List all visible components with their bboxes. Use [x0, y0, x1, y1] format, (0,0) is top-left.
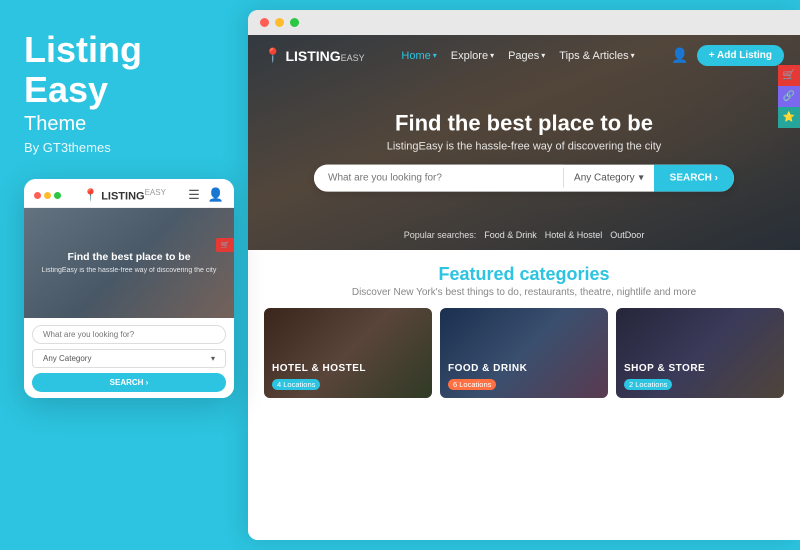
nav-link-pages[interactable]: Pages▾ [508, 50, 545, 62]
browser-topbar [248, 10, 800, 35]
mobile-hero-subtitle: ListingEasy is the hassle-free way of di… [42, 266, 217, 275]
mobile-search-btn-label: SEARCH › [110, 378, 149, 387]
nav-link-home[interactable]: Home▾ [401, 50, 436, 62]
desktop-logo-listing: LISTINGEASY [285, 48, 364, 64]
mobile-sidebar-btn[interactable]: 🛒 [216, 238, 234, 252]
add-listing-label: + Add Listing [709, 50, 772, 61]
desktop-search-input[interactable] [314, 164, 563, 191]
nav-link-tips[interactable]: Tips & Articles▾ [559, 50, 634, 62]
user-account-icon[interactable]: 👤 [671, 47, 688, 64]
category-card-food[interactable]: FOOD & DRINK 6 Locations [440, 308, 608, 398]
mobile-topbar: 📍 LISTINGEASY ☰ 👤 [24, 179, 234, 208]
mobile-select-chevron-icon: ▾ [211, 354, 215, 363]
mobile-menu-icon[interactable]: ☰ [188, 187, 200, 203]
category-food-name: FOOD & DRINK [448, 363, 600, 374]
featured-title: Featured categories [264, 264, 784, 285]
featured-section: Featured categories Discover New York's … [248, 250, 800, 540]
desktop-logo: 📍 LISTINGEASY [264, 47, 365, 64]
category-shop-badge: 2 Locations [624, 379, 672, 390]
desktop-category-label: Any Category [574, 172, 635, 183]
desktop-hero-content: Find the best place to be ListingEasy is… [248, 110, 800, 191]
browser-window: 📍 LISTINGEASY Home▾ Explore▾ Pages▾ [248, 10, 800, 540]
mobile-dot-red [34, 192, 41, 199]
home-chevron-icon: ▾ [433, 51, 437, 60]
floating-action-buttons: 🛒 🔗 ⭐ [778, 65, 800, 128]
desktop-category-select[interactable]: Any Category ▾ [564, 164, 654, 191]
mobile-hero: 🛒 Find the best place to be ListingEasy … [24, 208, 234, 318]
mobile-logo: 📍 LISTINGEASY [83, 188, 166, 203]
brand-by: By GT3themes [24, 140, 224, 155]
mobile-search-button[interactable]: SEARCH › [32, 373, 226, 392]
category-shop-name: SHOP & STORE [624, 363, 776, 374]
mobile-dot-yellow [44, 192, 51, 199]
category-card-hotel[interactable]: HOTEL & HOSTEL 4 Locations [264, 308, 432, 398]
left-panel: Listing Easy Theme By GT3themes 📍 LISTIN… [0, 0, 248, 550]
brand-theme: Theme [24, 113, 224, 136]
browser-dot-green [290, 18, 299, 27]
desktop-search-button[interactable]: SEARCH › [654, 164, 734, 191]
category-card-shop[interactable]: SHOP & STORE 2 Locations [616, 308, 784, 398]
mobile-window-dots [34, 192, 61, 199]
browser-dot-red [260, 18, 269, 27]
nav-link-explore[interactable]: Explore▾ [451, 50, 494, 62]
brand-name: Listing Easy Theme By GT3themes [24, 30, 224, 155]
category-food-content: FOOD & DRINK 6 Locations [440, 357, 608, 398]
mobile-mockup: 📍 LISTINGEASY ☰ 👤 🛒 Find the best place … [24, 179, 234, 398]
mobile-dot-green [54, 192, 61, 199]
desktop-search-bar: Any Category ▾ SEARCH › [314, 164, 734, 191]
featured-subtitle: Discover New York's best things to do, r… [264, 287, 784, 298]
add-listing-button[interactable]: + Add Listing [697, 45, 784, 66]
popular-label: Popular searches: [404, 230, 477, 240]
popular-tag-outdoor[interactable]: OutDoor [610, 230, 644, 240]
category-hotel-badge: 4 Locations [272, 379, 320, 390]
browser-dot-yellow [275, 18, 284, 27]
tips-chevron-icon: ▾ [631, 51, 635, 60]
popular-tag-hotel[interactable]: Hotel & Hostel [545, 230, 603, 240]
category-food-badge: 6 Locations [448, 379, 496, 390]
category-shop-content: SHOP & STORE 2 Locations [616, 357, 784, 398]
category-grid: HOTEL & HOSTEL 4 Locations FOOD & DRINK … [264, 308, 784, 398]
floating-star-button[interactable]: ⭐ [778, 107, 800, 128]
mobile-search-form: Any Category ▾ SEARCH › [24, 318, 234, 398]
floating-share-button[interactable]: 🔗 [778, 86, 800, 107]
desktop-hero: 📍 LISTINGEASY Home▾ Explore▾ Pages▾ [248, 35, 800, 250]
mobile-user-icon[interactable]: 👤 [208, 187, 224, 203]
browser-content: 📍 LISTINGEASY Home▾ Explore▾ Pages▾ [248, 35, 800, 540]
mobile-nav-icons: ☰ 👤 [188, 187, 224, 203]
mobile-category-select[interactable]: Any Category ▾ [32, 349, 226, 368]
desktop-logo-pin-icon: 📍 [264, 47, 281, 64]
mobile-hero-text: Find the best place to be ListingEasy is… [42, 251, 217, 275]
popular-tag-food[interactable]: Food & Drink [484, 230, 537, 240]
mobile-logo-text: LISTINGEASY [101, 188, 166, 203]
pages-chevron-icon: ▾ [541, 51, 545, 60]
explore-chevron-icon: ▾ [490, 51, 494, 60]
category-chevron-icon: ▾ [639, 172, 644, 183]
desktop-nav: 📍 LISTINGEASY Home▾ Explore▾ Pages▾ [248, 35, 800, 76]
desktop-search-btn-label: SEARCH › [670, 172, 718, 183]
desktop-nav-links: Home▾ Explore▾ Pages▾ Tips & Articles▾ [401, 50, 634, 62]
mobile-category-label: Any Category [43, 354, 91, 363]
popular-searches: Popular searches: Food & Drink Hotel & H… [404, 230, 645, 240]
mobile-hero-title: Find the best place to be [42, 251, 217, 264]
mobile-logo-pin-icon: 📍 [83, 188, 98, 202]
desktop-nav-right: 👤 + Add Listing [671, 45, 784, 66]
floating-cart-button[interactable]: 🛒 [778, 65, 800, 86]
brand-title: Listing Easy [24, 30, 224, 109]
category-hotel-content: HOTEL & HOSTEL 4 Locations [264, 357, 432, 398]
desktop-hero-subtitle: ListingEasy is the hassle-free way of di… [248, 140, 800, 152]
mobile-search-input[interactable] [32, 325, 226, 344]
category-hotel-name: HOTEL & HOSTEL [272, 363, 424, 374]
desktop-hero-title: Find the best place to be [248, 110, 800, 136]
